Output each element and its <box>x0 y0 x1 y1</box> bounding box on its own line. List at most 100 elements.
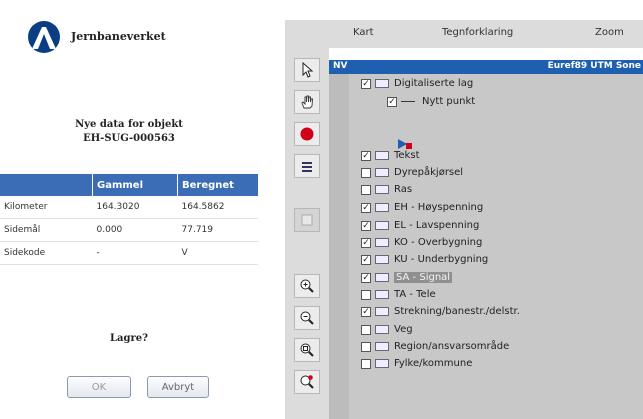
object-id: EH-SUG-000563 <box>83 133 175 144</box>
layer-row[interactable]: ✓ KO - Overbygning <box>361 235 482 250</box>
table-row: Sidemål 0.000 77.719 <box>0 218 258 242</box>
zoom-in-icon <box>300 279 314 293</box>
old-value: 0.000 <box>92 218 178 242</box>
layer-row[interactable]: Fylke/kommune <box>361 356 472 371</box>
layer-row[interactable]: ✓ KU - Underbygning <box>361 252 488 267</box>
record-button[interactable] <box>294 122 320 146</box>
layer-checkbox[interactable] <box>361 167 371 178</box>
layer-label: EH - Høyspenning <box>394 202 484 213</box>
layer-checkbox[interactable]: ✓ <box>361 306 371 317</box>
layer-folder-icon <box>375 359 389 368</box>
layer-row[interactable]: ✓ Strekning/banestr./delstr. <box>361 304 520 319</box>
layer-folder-icon <box>375 255 389 264</box>
menu-item-kart[interactable]: Kart <box>353 27 374 38</box>
layer-checkbox[interactable]: ✓ <box>361 202 371 213</box>
zoom-extent-button[interactable] <box>294 338 320 362</box>
layer-row[interactable]: Veg <box>361 322 413 337</box>
layer-label: TA - Tele <box>394 289 436 300</box>
layer-folder-icon <box>375 238 389 247</box>
layer-row[interactable]: TA - Tele <box>361 287 436 302</box>
edit-dialog-panel: Jernbaneverket Nye data for objekt EH-SU… <box>0 0 258 419</box>
new-value: V <box>177 241 258 265</box>
zoom-extent-icon <box>300 343 314 357</box>
layer-checkbox[interactable]: ✓ <box>361 220 371 231</box>
coord-system-label: Euref89 UTM Sone <box>547 61 641 71</box>
layer-row[interactable]: ✓ Nytt punkt <box>387 94 475 109</box>
layer-label: Digitaliserte lag <box>394 78 474 89</box>
layer-folder-icon <box>375 290 389 299</box>
layer-row[interactable]: ✓ Digitaliserte lag <box>361 76 473 91</box>
layer-label: KO - Overbygning <box>394 237 483 248</box>
disabled-tool-button[interactable] <box>294 208 320 232</box>
layer-checkbox[interactable]: ✓ <box>361 237 371 248</box>
zoom-in-button[interactable] <box>294 274 320 298</box>
layer-label: Nytt punkt <box>422 96 476 107</box>
layer-row[interactable]: ✓ Tekst <box>361 148 419 163</box>
legend-panel: NV Euref89 UTM Sone ✓ Digitaliserte lag ✓ N… <box>329 60 643 419</box>
menu-item-tegnforklaring[interactable]: Tegnforklaring <box>442 27 513 38</box>
new-value: 164.5862 <box>177 196 258 219</box>
header-cell <box>0 174 93 196</box>
layer-label: Veg <box>394 324 413 335</box>
cancel-button[interactable]: Avbryt <box>147 376 209 398</box>
layer-folder-icon <box>375 168 389 177</box>
layer-folder-icon <box>375 203 389 212</box>
layer-checkbox[interactable] <box>361 341 371 352</box>
row-label: Sidekode <box>0 241 93 265</box>
row-label: Kilometer <box>0 196 93 219</box>
layer-checkbox[interactable]: ✓ <box>361 272 371 283</box>
layer-row[interactable]: ✓ SA - Signal <box>361 270 453 285</box>
layer-label: EL - Lavspenning <box>394 220 480 231</box>
menu-item-zoom[interactable]: Zoom <box>595 27 624 38</box>
select-arrow-icon <box>302 62 314 78</box>
layer-label: KU - Underbygning <box>394 254 489 265</box>
zoom-select-button[interactable] <box>294 370 320 394</box>
record-dot-icon <box>300 127 314 141</box>
line-symbol-icon <box>401 101 415 102</box>
layer-folder-icon <box>375 273 389 282</box>
layer-checkbox[interactable]: ✓ <box>361 78 371 89</box>
map-toolbar <box>285 48 329 419</box>
layer-folder-icon <box>375 221 389 230</box>
header-cell: Gammel <box>92 174 178 196</box>
layer-checkbox[interactable]: ✓ <box>387 96 397 107</box>
brand-name: Jernbaneverket <box>71 30 166 43</box>
layer-checkbox[interactable] <box>361 358 371 369</box>
new-value: 77.719 <box>177 218 258 242</box>
layer-folder-icon <box>375 307 389 316</box>
layer-folder-icon <box>375 185 389 194</box>
table-header-row: Gammel Beregnet <box>0 174 258 196</box>
layer-checkbox[interactable]: ✓ <box>361 254 371 265</box>
layer-list: ✓ Digitaliserte lag ✓ Nytt punkt ✓ Tekst Dyrep… <box>349 74 643 419</box>
layer-checkbox[interactable] <box>361 184 371 195</box>
select-tool-button[interactable] <box>294 58 320 82</box>
layer-label: Tekst <box>394 150 420 161</box>
layer-row[interactable]: ✓ EL - Lavspenning <box>361 218 479 233</box>
layer-row[interactable]: Dyrepåkjørsel <box>361 165 463 180</box>
layer-folder-icon <box>375 151 389 160</box>
layer-label: Ras <box>394 184 413 195</box>
layer-folder-icon <box>375 325 389 334</box>
layer-list-button[interactable] <box>294 154 320 178</box>
comparison-table: Gammel Beregnet Kilometer 164.3020 164.5… <box>0 174 258 265</box>
layer-folder-icon <box>375 79 389 88</box>
zoom-out-button[interactable] <box>294 306 320 330</box>
header-cell: Beregnet <box>177 174 258 196</box>
pan-tool-button[interactable] <box>294 90 320 114</box>
layer-folder-icon <box>375 342 389 351</box>
layer-checkbox[interactable]: ✓ <box>361 150 371 161</box>
layer-checkbox[interactable] <box>361 289 371 300</box>
layer-row[interactable]: Ras <box>361 182 412 197</box>
ruler-label: NV <box>333 61 348 71</box>
jernbaneverket-logo-icon <box>28 21 60 53</box>
panel-divider <box>258 0 285 419</box>
layer-row[interactable]: Region/ansvarsområde <box>361 339 509 354</box>
layer-label: Dyrepåkjørsel <box>394 167 464 178</box>
layer-row[interactable]: ✓ EH - Høyspenning <box>361 200 483 215</box>
layer-label: Fylke/kommune <box>394 358 473 369</box>
ok-button[interactable]: OK <box>67 376 131 398</box>
layer-label: Region/ansvarsområde <box>394 341 510 352</box>
blank-tool-icon <box>301 214 313 226</box>
layer-checkbox[interactable] <box>361 324 371 335</box>
map-menubar: Kart Tegnforklaring Zoom <box>285 20 643 48</box>
